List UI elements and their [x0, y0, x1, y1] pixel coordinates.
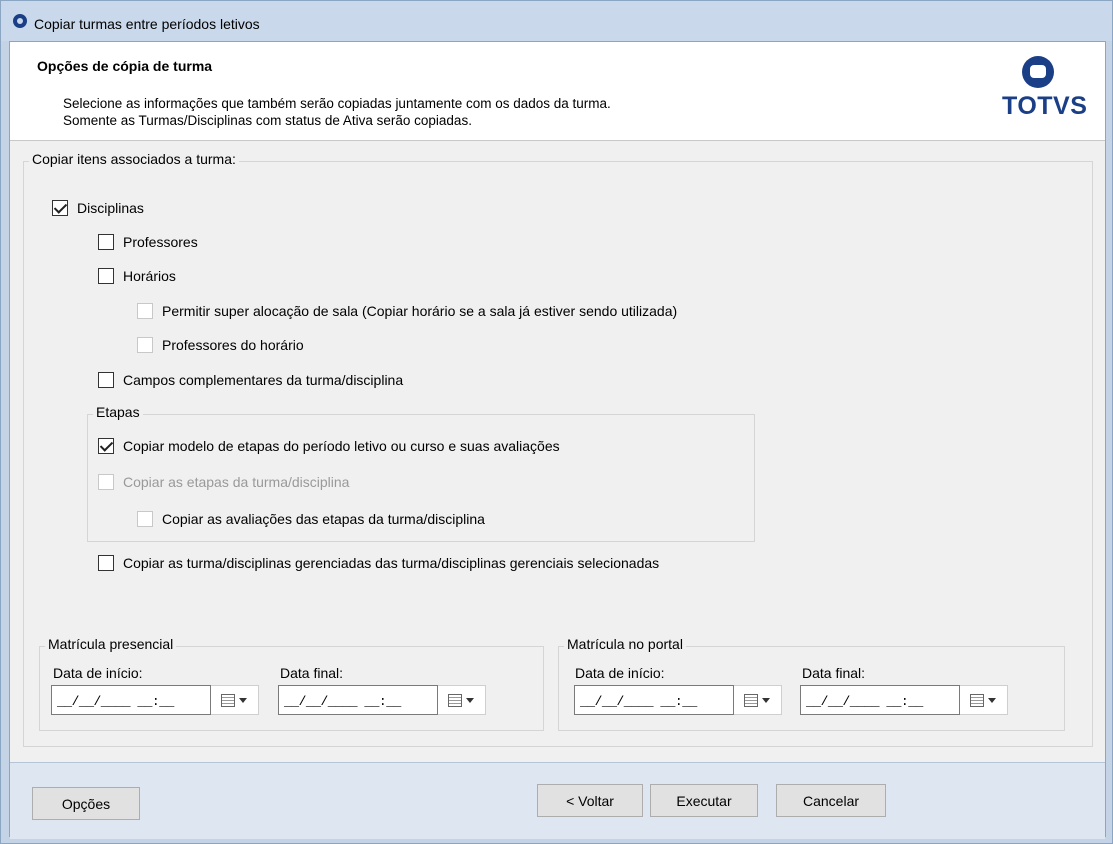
dropdown-arrow-icon: [239, 698, 247, 703]
checkbox-icon: [98, 474, 114, 490]
checkbox-label: Copiar as turma/disciplinas gerenciadas …: [123, 555, 660, 571]
checkbox-label: Permitir super alocação de sala (Copiar …: [162, 303, 678, 319]
checkbox-label: Copiar as etapas da turma/disciplina: [123, 474, 350, 490]
checkbox-professores[interactable]: Professores: [98, 234, 198, 250]
checkbox-icon: [137, 337, 153, 353]
dialog-footer: Opções < Voltar Executar Cancelar: [10, 762, 1105, 839]
app-icon: [13, 14, 27, 28]
checkbox-icon[interactable]: [98, 268, 114, 284]
etapas-group-label: Etapas: [93, 404, 143, 420]
dropdown-arrow-icon: [466, 698, 474, 703]
matricula-portal-label: Matrícula no portal: [564, 636, 686, 652]
checkbox-etapas-turma: Copiar as etapas da turma/disciplina: [98, 474, 349, 490]
dialog-content: Opções de cópia de turma Selecione as in…: [9, 41, 1106, 839]
items-group-label: Copiar itens associados a turma:: [29, 151, 239, 167]
checkbox-avaliacoes-etapas: Copiar as avaliações das etapas da turma…: [137, 511, 485, 527]
page-title: Opções de cópia de turma: [37, 58, 213, 74]
checkbox-icon[interactable]: [98, 234, 114, 250]
presencial-start-date-input[interactable]: __/__/____ __:__: [51, 685, 211, 715]
title-bar[interactable]: Copiar turmas entre períodos letivos: [1, 1, 1112, 41]
checkbox-label: Professores: [123, 234, 198, 250]
checkbox-disciplinas[interactable]: Disciplinas: [52, 200, 144, 216]
presencial-end-calendar-button[interactable]: [438, 685, 486, 715]
matricula-presencial-label: Matrícula presencial: [45, 636, 177, 652]
back-button[interactable]: < Voltar: [537, 784, 643, 817]
checkbox-checked-icon[interactable]: [52, 200, 68, 216]
portal-start-calendar-button[interactable]: [734, 685, 782, 715]
checkbox-icon[interactable]: [98, 372, 114, 388]
checkbox-super-alocacao: Permitir super alocação de sala (Copiar …: [137, 303, 677, 319]
description-line-1: Selecione as informações que também serã…: [63, 96, 611, 111]
presencial-start-label: Data de início:: [53, 665, 143, 681]
portal-start-date-input[interactable]: __/__/____ __:__: [574, 685, 734, 715]
presencial-start-calendar-button[interactable]: [211, 685, 259, 715]
execute-button[interactable]: Executar: [650, 784, 758, 817]
calendar-icon: [221, 694, 235, 707]
cancel-button[interactable]: Cancelar: [776, 784, 886, 817]
checkbox-label: Professores do horário: [162, 337, 304, 353]
presencial-end-label: Data final:: [280, 665, 344, 681]
window-title: Copiar turmas entre períodos letivos: [34, 16, 260, 32]
portal-end-label: Data final:: [802, 665, 866, 681]
checkbox-icon: [137, 303, 153, 319]
description-line-2: Somente as Turmas/Disciplinas com status…: [63, 113, 472, 128]
checkbox-campos-complementares[interactable]: Campos complementares da turma/disciplin…: [98, 372, 403, 388]
wizard-header: Opções de cópia de turma Selecione as in…: [10, 42, 1105, 141]
totvs-logo-text: TOTVS: [1002, 92, 1088, 120]
checkbox-label: Disciplinas: [77, 200, 144, 216]
dropdown-arrow-icon: [762, 698, 770, 703]
checkbox-icon: [137, 511, 153, 527]
calendar-icon: [448, 694, 462, 707]
checkbox-label: Copiar modelo de etapas do período letiv…: [123, 438, 560, 454]
presencial-end-date-input[interactable]: __/__/____ __:__: [278, 685, 438, 715]
checkbox-modelo-etapas[interactable]: Copiar modelo de etapas do período letiv…: [98, 438, 560, 454]
totvs-logo-icon: [1022, 56, 1054, 88]
checkbox-professores-horario: Professores do horário: [137, 337, 304, 353]
page-description: Selecione as informações que também serã…: [63, 95, 611, 129]
calendar-icon: [970, 694, 984, 707]
checkbox-checked-icon[interactable]: [98, 438, 114, 454]
dialog-window: Copiar turmas entre períodos letivos Opç…: [0, 0, 1113, 844]
dropdown-arrow-icon: [988, 698, 996, 703]
portal-start-label: Data de início:: [575, 665, 665, 681]
options-button[interactable]: Opções: [32, 787, 140, 820]
checkbox-label: Copiar as avaliações das etapas da turma…: [162, 511, 485, 527]
checkbox-label: Horários: [123, 268, 176, 284]
checkbox-icon[interactable]: [98, 555, 114, 571]
portal-end-date-input[interactable]: __/__/____ __:__: [800, 685, 960, 715]
portal-end-calendar-button[interactable]: [960, 685, 1008, 715]
checkbox-gerenciadas[interactable]: Copiar as turma/disciplinas gerenciadas …: [98, 555, 659, 571]
checkbox-horarios[interactable]: Horários: [98, 268, 176, 284]
checkbox-label: Campos complementares da turma/disciplin…: [123, 372, 404, 388]
calendar-icon: [744, 694, 758, 707]
